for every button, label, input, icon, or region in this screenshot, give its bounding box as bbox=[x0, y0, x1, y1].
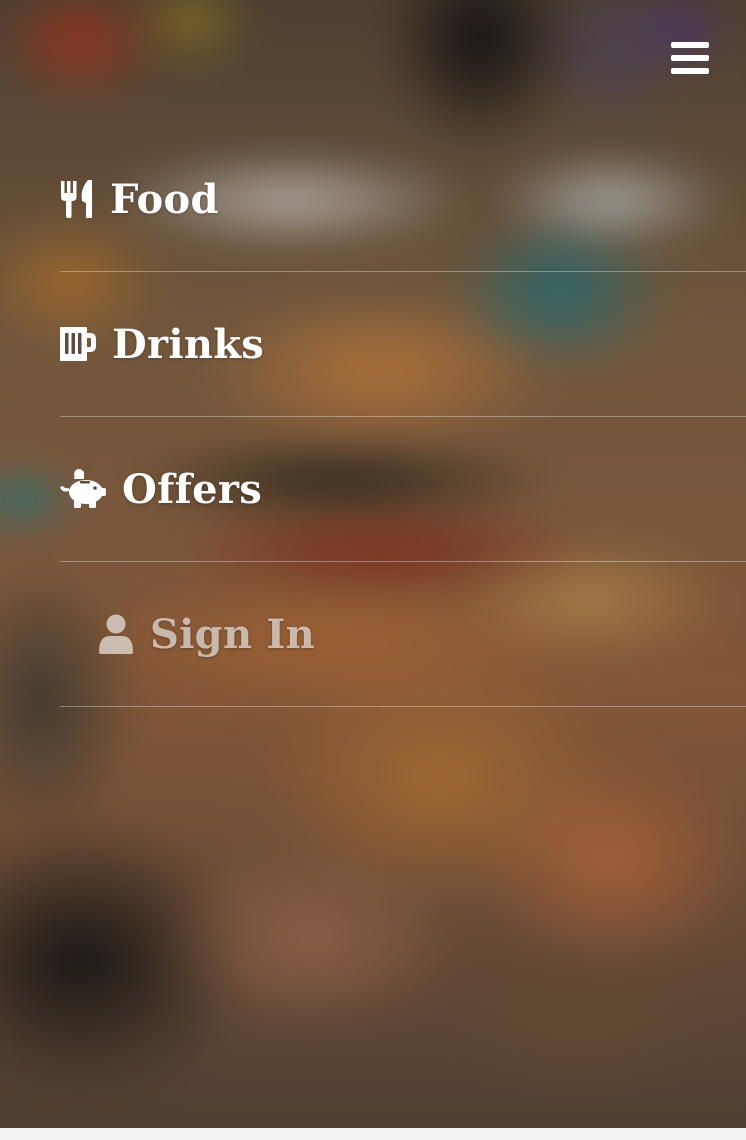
bottom-edge bbox=[0, 1128, 746, 1140]
nav-item-label: Food bbox=[110, 175, 219, 223]
piggy-bank-icon bbox=[60, 469, 106, 509]
nav-menu: Food Drinks Offers Sign In bbox=[60, 127, 746, 707]
nav-item-label: Drinks bbox=[112, 320, 265, 368]
nav-item-label: Sign In bbox=[150, 610, 315, 658]
hamburger-menu-icon bbox=[671, 42, 709, 48]
nav-item-label: Offers bbox=[122, 465, 263, 513]
nav-item-food[interactable]: Food bbox=[60, 127, 746, 272]
user-icon bbox=[98, 614, 134, 654]
nav-item-drinks[interactable]: Drinks bbox=[60, 272, 746, 417]
nav-item-sign-in[interactable]: Sign In bbox=[60, 562, 746, 707]
menu-toggle-button[interactable] bbox=[671, 42, 709, 74]
app-screen: Food Drinks Offers Sign In bbox=[0, 0, 746, 1140]
fork-knife-icon bbox=[60, 179, 94, 219]
nav-item-offers[interactable]: Offers bbox=[60, 417, 746, 562]
beer-mug-icon bbox=[60, 326, 96, 362]
